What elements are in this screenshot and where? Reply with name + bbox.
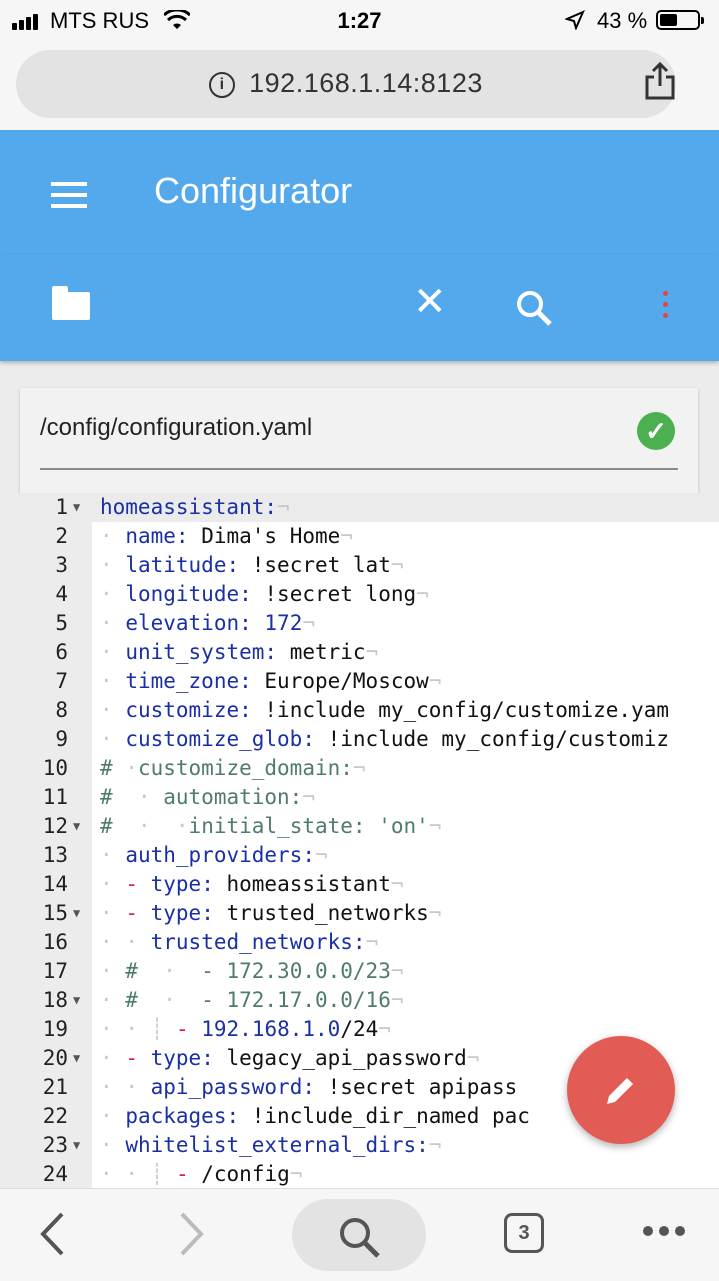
fold-arrow-icon[interactable]: ▼ [73, 899, 80, 928]
close-icon[interactable]: ✕ [413, 279, 447, 325]
battery-icon [656, 10, 704, 30]
tabs-button[interactable]: 3 [504, 1213, 544, 1253]
pencil-icon [607, 1078, 633, 1104]
address-bar[interactable]: i 192.168.1.14:8123 [16, 50, 676, 118]
search-icon [340, 1218, 380, 1258]
fold-arrow-icon[interactable]: ▼ [73, 812, 80, 841]
edit-button[interactable] [567, 1036, 675, 1144]
browser-toolbar: 3 [0, 1188, 719, 1281]
browser-address-area: i 192.168.1.14:8123 [0, 40, 719, 130]
check-circle-icon: ✓ [637, 412, 675, 450]
share-icon[interactable] [644, 62, 676, 100]
forward-icon[interactable] [178, 1211, 206, 1257]
code-line[interactable]: 18 ▼ · # · - 172.17.0.0/16¬ [0, 986, 719, 1015]
more-horiz-icon[interactable] [643, 1223, 691, 1241]
info-icon[interactable]: i [209, 72, 236, 98]
code-line[interactable]: 2 · name: Dima's Home¬ [0, 522, 719, 551]
search-button[interactable] [292, 1199, 426, 1271]
code-line[interactable]: 3 · latitude: !secret lat¬ [0, 551, 719, 580]
back-icon[interactable] [38, 1211, 66, 1257]
search-icon[interactable] [515, 289, 553, 327]
fold-arrow-icon[interactable]: ▼ [73, 493, 80, 522]
code-line[interactable]: 8 · customize: !include my_config/customi… [0, 696, 719, 725]
url-text[interactable]: 192.168.1.14:8123 [249, 68, 483, 98]
editor-toolbar: ✕ [0, 255, 719, 361]
code-line[interactable]: 6 · unit_system: metric¬ [0, 638, 719, 667]
code-line[interactable]: 1 ▼ homeassistant:¬ [0, 493, 719, 522]
code-line[interactable]: 4 · longitude: !secret long¬ [0, 580, 719, 609]
code-line[interactable]: 5 · elevation: 172¬ [0, 609, 719, 638]
code-line[interactable]: 17 · # · - 172.30.0.0/23¬ [0, 957, 719, 986]
file-path[interactable]: /config/configuration.yaml [40, 414, 312, 442]
code-line[interactable]: 9 · customize_glob: !include my_config/cu… [0, 725, 719, 754]
fold-arrow-icon[interactable]: ▼ [73, 1044, 80, 1073]
code-line[interactable]: 24 · · ┊ - /config¬ [0, 1160, 719, 1188]
app-header: Configurator [0, 130, 719, 255]
more-vert-icon[interactable] [663, 291, 669, 324]
page-title: Configurator [154, 170, 353, 211]
file-path-card: /config/configuration.yaml ✓ [20, 388, 698, 498]
battery-percent: 43 % [597, 8, 648, 33]
code-line[interactable]: 13 · auth_providers:¬ [0, 841, 719, 870]
fold-arrow-icon[interactable]: ▼ [73, 1131, 80, 1160]
code-line[interactable]: 10 # ·customize_domain:¬ [0, 754, 719, 783]
code-line[interactable]: 15 ▼ · - type: trusted_networks¬ [0, 899, 719, 928]
fold-arrow-icon[interactable]: ▼ [73, 986, 80, 1015]
folder-icon[interactable] [52, 286, 90, 320]
code-line[interactable]: 11 # · automation:¬ [0, 783, 719, 812]
code-line[interactable]: 14 · - type: homeassistant¬ [0, 870, 719, 899]
location-icon [565, 10, 585, 30]
code-line[interactable]: 16 · · trusted_networks:¬ [0, 928, 719, 957]
code-line[interactable]: 12 ▼ # · ·initial_state: 'on'¬ [0, 812, 719, 841]
code-line[interactable]: 7 · time_zone: Europe/Moscow¬ [0, 667, 719, 696]
menu-icon[interactable] [51, 182, 87, 215]
status-bar: MTS RUS 1:27 43 % [0, 0, 719, 40]
path-underline [40, 468, 678, 470]
